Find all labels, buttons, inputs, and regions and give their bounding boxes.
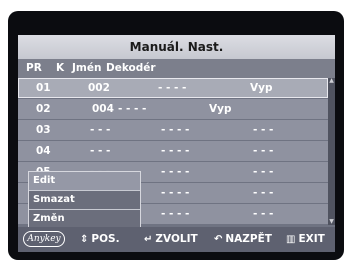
channel-row[interactable]: 01 002 - - - - Vyp xyxy=(18,78,328,98)
menu-item-edit[interactable]: Edit xyxy=(29,172,140,191)
row-k: 002 xyxy=(88,82,110,94)
footer-nazpet-label: NAZPĚT xyxy=(225,233,272,245)
row-jmen: - - - - xyxy=(161,208,190,220)
row-dekoder: - - - xyxy=(253,187,274,199)
footer-exit-label: EXIT xyxy=(298,233,325,245)
col-dekoder: Dekodér xyxy=(106,62,156,74)
row-k: - - - xyxy=(90,124,111,136)
osd-screen: Manuál. Nast. PR K Jmén Dekodér 01 002 -… xyxy=(18,35,335,252)
row-jmen: - - - - xyxy=(161,145,190,157)
channel-row[interactable]: 04 - - - - - - - - - - xyxy=(18,141,328,161)
channel-row[interactable]: 02 004 - - - - Vyp xyxy=(18,99,328,119)
row-jmen: - - - - xyxy=(161,166,190,178)
footer-zvolit-label: ZVOLIT xyxy=(155,233,198,245)
col-k: K xyxy=(56,62,65,74)
channel-row[interactable]: 03 - - - - - - - - - - xyxy=(18,120,328,140)
column-header: PR K Jmén Dekodér xyxy=(18,59,335,78)
row-dekoder: - - - xyxy=(253,124,274,136)
menu-exit-icon: ▥ xyxy=(286,233,296,245)
footer-zvolit: ↵ ZVOLIT xyxy=(144,233,198,245)
row-jmen: - - - - xyxy=(158,82,187,94)
footer-pos: ⇕ POS. xyxy=(80,233,120,245)
row-dekoder: - - - xyxy=(253,208,274,220)
context-menu: Edit Smazat Změn xyxy=(28,171,141,229)
list-scrollbar[interactable]: ▲ ▼ xyxy=(328,78,335,225)
row-jmen: - - - - xyxy=(161,124,190,136)
menu-title: Manuál. Nast. xyxy=(18,35,335,59)
footer-pos-label: POS. xyxy=(91,233,120,245)
row-dekoder: - - - xyxy=(253,145,274,157)
footer-help-bar: Anykey ⇕ POS. ↵ ZVOLIT ↶ NAZPĚT ▥ EXIT xyxy=(18,227,335,252)
row-pr: 03 xyxy=(36,124,51,136)
menu-item-smazat[interactable]: Smazat xyxy=(29,191,140,210)
row-pr: 01 xyxy=(36,82,51,94)
col-jmen: Jmén xyxy=(72,62,102,74)
row-pr: 04 xyxy=(36,145,51,157)
anykey-badge: Anykey xyxy=(23,231,65,247)
row-dekoder: Vyp xyxy=(250,82,273,94)
footer-nazpet: ↶ NAZPĚT xyxy=(214,233,272,245)
row-pr: 02 xyxy=(36,103,51,115)
row-k: 004 xyxy=(92,103,114,115)
col-pr: PR xyxy=(26,62,42,74)
row-dekoder: - - - xyxy=(253,166,274,178)
enter-icon: ↵ xyxy=(144,233,153,245)
up-down-arrows-icon: ⇕ xyxy=(80,233,89,245)
row-dekoder: Vyp xyxy=(209,103,232,115)
scroll-down-icon[interactable]: ▼ xyxy=(328,219,335,225)
footer-exit: ▥ EXIT xyxy=(286,233,325,245)
row-jmen: - - - - xyxy=(118,103,147,115)
scroll-up-icon[interactable]: ▲ xyxy=(328,78,335,84)
row-k: - - - xyxy=(90,145,111,157)
row-jmen: - - - - xyxy=(161,187,190,199)
return-icon: ↶ xyxy=(214,233,223,245)
